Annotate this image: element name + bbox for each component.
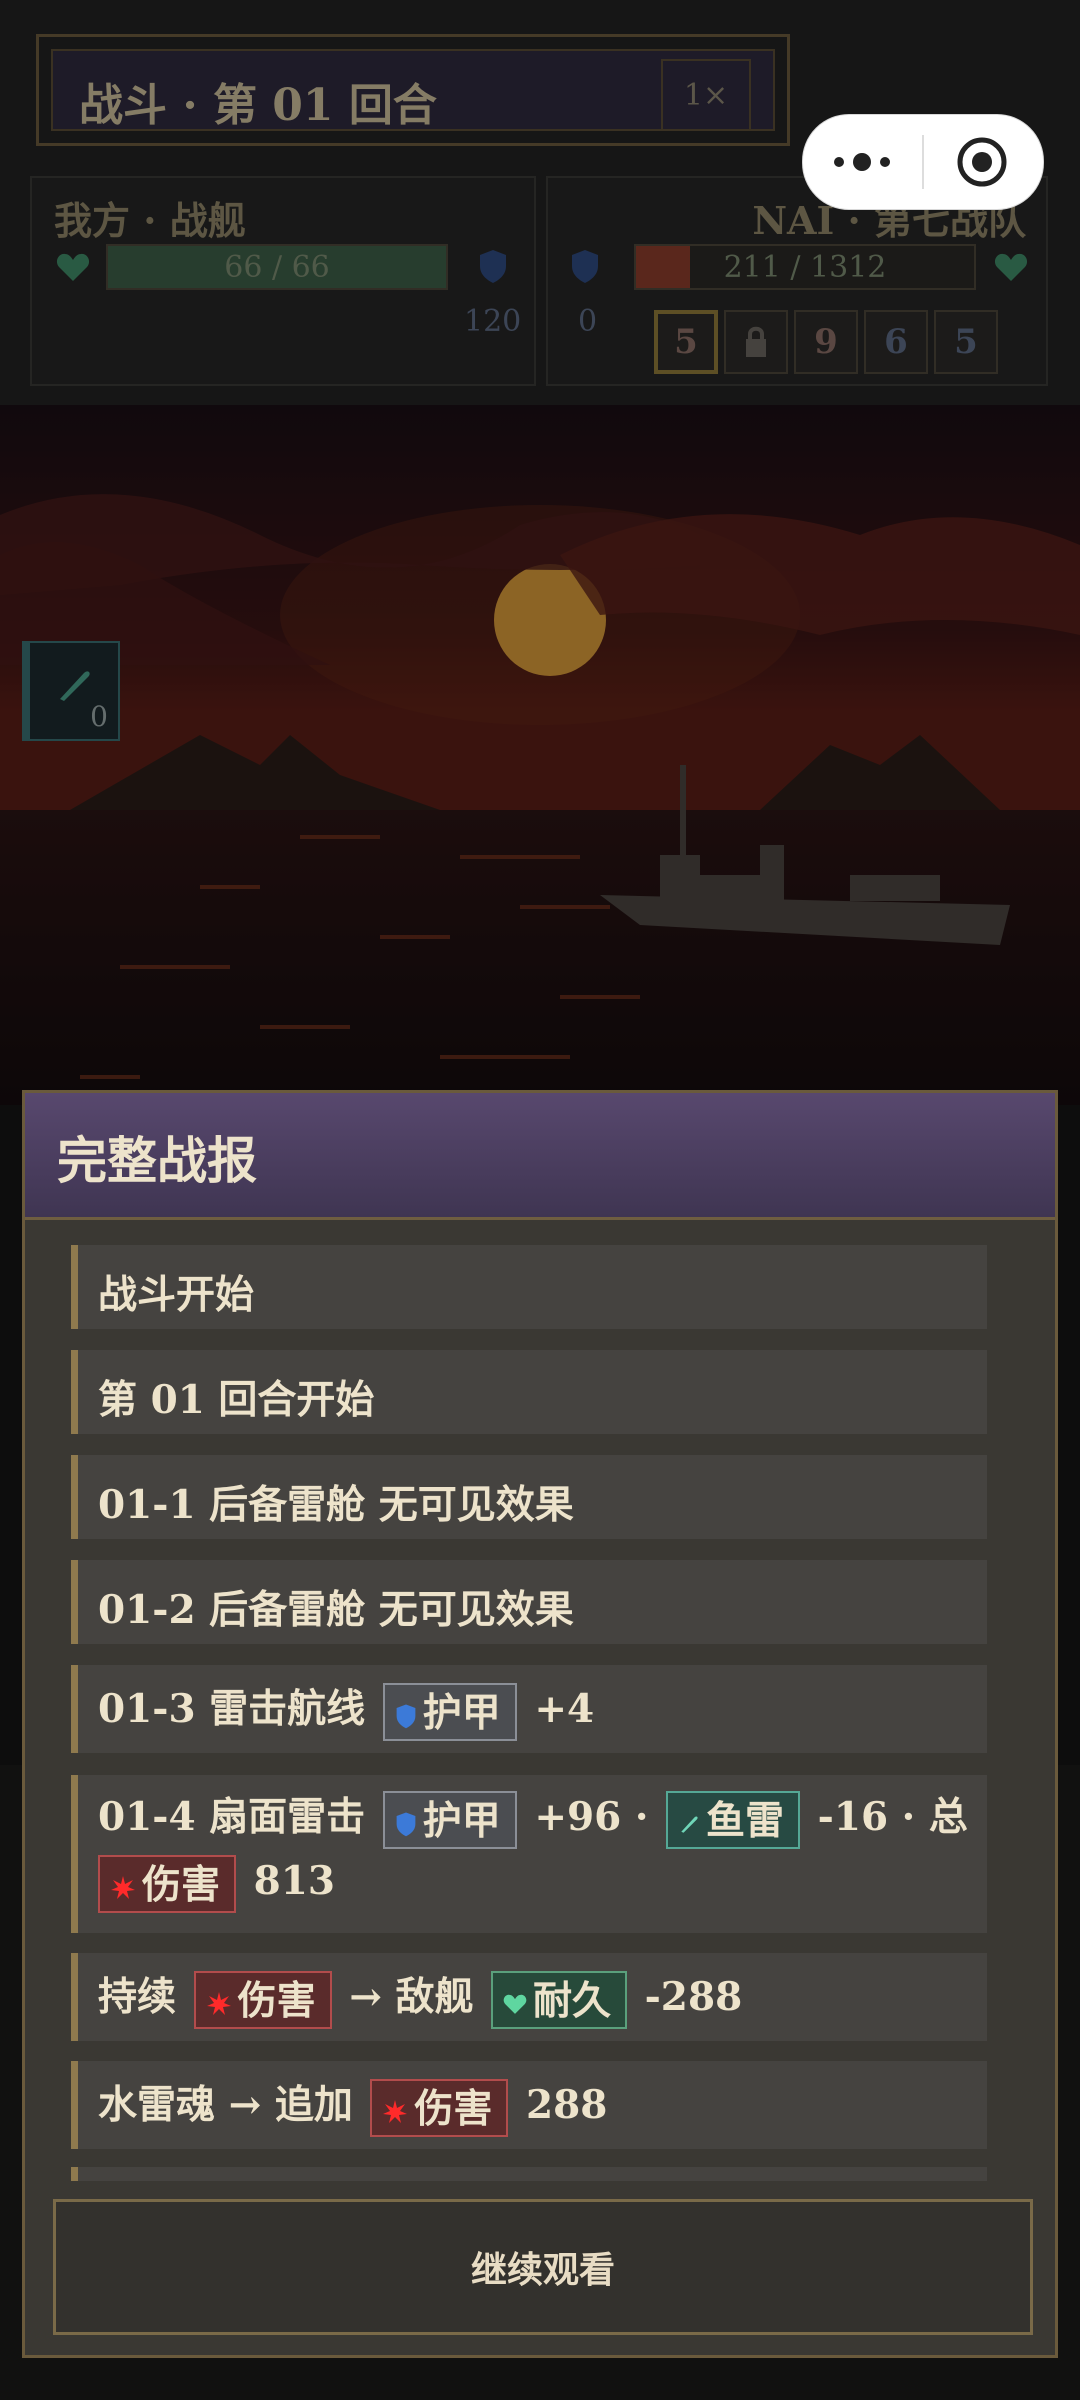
speed-button[interactable]: 1× bbox=[661, 59, 751, 131]
shield-icon bbox=[396, 1812, 416, 1837]
modal-header: 完整战报 bbox=[25, 1093, 1055, 1220]
log-entry: 水雷魂 → 追加 伤害 288 bbox=[71, 2061, 987, 2149]
continue-watching-button[interactable]: 继续观看 bbox=[53, 2199, 1033, 2335]
enemy-intent-lock[interactable] bbox=[724, 310, 788, 374]
player-name: 我方 · 战舰 bbox=[54, 198, 246, 243]
enemy-hp-text: 211 / 1312 bbox=[723, 250, 887, 285]
battle-report-modal: 完整战报 战斗开始 第 01 回合开始 01-1 后备雷舱 无可见效果 01-2… bbox=[22, 1090, 1058, 2358]
enemy-intent-1[interactable]: 5 bbox=[654, 310, 718, 374]
close-miniprogram-icon[interactable] bbox=[955, 135, 1009, 189]
log-entry-partial bbox=[71, 2167, 987, 2181]
battle-title-frame: 战斗 · 第 01 回合 1× bbox=[36, 34, 790, 146]
torpedo-counter-badge[interactable]: 0 bbox=[22, 641, 120, 741]
durability-tag: 耐久 bbox=[491, 1971, 628, 2029]
sunset-sea-illustration bbox=[0, 405, 1080, 1105]
torpedo-icon bbox=[60, 671, 90, 701]
heart-icon bbox=[503, 1994, 527, 2014]
burst-icon bbox=[383, 2100, 408, 2123]
player-hp-text: 66 / 66 bbox=[224, 250, 330, 285]
damage-tag: 伤害 bbox=[370, 2079, 509, 2137]
battle-round-title: 战斗 · 第 01 回合 bbox=[79, 80, 437, 131]
burst-icon bbox=[111, 1876, 135, 1899]
log-entry: 01-3 雷击航线 护甲 +4 bbox=[71, 1665, 987, 1753]
burst-icon bbox=[206, 1992, 231, 2015]
enemy-armor-value: 0 bbox=[578, 304, 598, 339]
heart-icon bbox=[994, 253, 1028, 281]
armor-tag: 护甲 bbox=[382, 1683, 517, 1741]
log-entry: 持续 伤害 → 敌舰 耐久 -288 bbox=[71, 1953, 987, 2041]
lock-icon bbox=[746, 326, 766, 357]
log-entry: 第 01 回合开始 bbox=[71, 1350, 987, 1434]
enemy-intent-4[interactable]: 6 bbox=[864, 310, 928, 374]
player-hp-bar: 66 / 66 bbox=[106, 244, 448, 290]
capsule-divider bbox=[922, 135, 924, 189]
heart-icon bbox=[56, 253, 90, 281]
torpedo-counter-value: 0 bbox=[90, 700, 108, 733]
enemy-intent-3[interactable]: 9 bbox=[794, 310, 858, 374]
enemy-hp-bar: 211 / 1312 bbox=[634, 244, 976, 290]
player-panel: 我方 · 战舰 66 / 66 120 bbox=[30, 176, 536, 386]
enemy-intent-5[interactable]: 5 bbox=[934, 310, 998, 374]
torpedo-tag: 鱼雷 bbox=[666, 1791, 801, 1849]
modal-title: 完整战报 bbox=[57, 1131, 257, 1190]
log-entry: 01-4 扇面雷击 护甲 +96 · 鱼雷 -16 · 总 伤害 813 bbox=[71, 1775, 987, 1933]
damage-tag: 伤害 bbox=[98, 1855, 237, 1913]
more-icon[interactable] bbox=[831, 147, 893, 177]
log-entry: 01-1 后备雷舱 无可见效果 bbox=[71, 1455, 987, 1539]
shield-icon bbox=[396, 1704, 416, 1729]
shield-icon bbox=[480, 250, 506, 283]
shield-icon bbox=[572, 250, 598, 283]
armor-tag: 护甲 bbox=[382, 1791, 517, 1849]
miniprogram-capsule bbox=[802, 114, 1044, 210]
log-entry: 01-2 后备雷舱 无可见效果 bbox=[71, 1560, 987, 1644]
battle-log-list[interactable]: 战斗开始 第 01 回合开始 01-1 后备雷舱 无可见效果 01-2 后备雷舱… bbox=[71, 1245, 1013, 2181]
log-entry: 战斗开始 bbox=[71, 1245, 987, 1329]
torpedo-icon bbox=[681, 1816, 698, 1833]
damage-tag: 伤害 bbox=[193, 1971, 332, 2029]
battle-scene: 0 bbox=[0, 405, 1080, 1105]
player-armor-value: 120 bbox=[464, 304, 522, 339]
